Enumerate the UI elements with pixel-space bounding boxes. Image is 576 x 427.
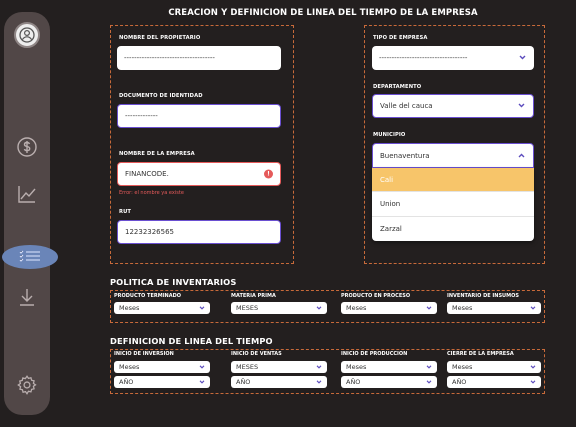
owner-label: NOMBRE DEL PROPIETARIO (119, 35, 201, 41)
settings-button[interactable] (4, 374, 50, 400)
timeline-field-label: INICIO DE INVERSION (114, 351, 174, 357)
timeline-field-label: INICIO DE VENTAS (231, 351, 282, 357)
municipality-option[interactable]: Union (372, 192, 534, 217)
timeline-title: DEFINICION DE LINEA DEL TIEMPO (110, 336, 273, 346)
timeline-year-value: AÑO (236, 378, 251, 386)
timeline-field-label: INICIO DE PRODUCCION (341, 351, 408, 357)
inventory-select[interactable]: Meses (341, 302, 437, 314)
company-name-input[interactable]: FINANCODE. ! (117, 162, 281, 186)
inventory-select-value: Meses (346, 304, 367, 312)
inventory-field-label: INVENTARIO DE INSUMOS (447, 293, 519, 299)
timeline-unit-value: Meses (119, 363, 140, 371)
timeline-year-select[interactable]: AÑO (447, 376, 541, 388)
department-label: DEPARTAMENTO (373, 84, 422, 90)
timeline-unit-value: Meses (346, 363, 367, 371)
department-value: Valle del cauca (380, 102, 433, 110)
rut-input[interactable]: 12232326565 (117, 220, 281, 244)
timeline-nav-button[interactable] (2, 245, 58, 269)
page-title: CREACION Y DEFINICION DE LINEA DEL TIEMP… (168, 8, 478, 18)
chevron-down-icon (530, 378, 536, 386)
error-icon: ! (264, 169, 273, 179)
timeline-unit-select[interactable]: Meses (341, 361, 437, 373)
inventory-select-value: MESES (236, 304, 259, 312)
chevron-down-icon (316, 363, 322, 371)
timeline-year-value: AÑO (346, 378, 361, 386)
company-name-error: Error: el nombre ya existe (119, 190, 184, 196)
inventory-select[interactable]: Meses (114, 302, 210, 314)
timeline-year-select[interactable]: AÑO (114, 376, 210, 388)
sidebar (2, 12, 58, 415)
timeline-year-value: AÑO (452, 378, 467, 386)
timeline-year-value: AÑO (119, 378, 134, 386)
municipality-option[interactable]: Cali (372, 168, 534, 193)
inventory-field-label: PRODUCTO EN PROCESO (341, 293, 411, 299)
timeline-unit-select[interactable]: MESES (231, 361, 327, 373)
department-select[interactable]: Valle del cauca (372, 94, 534, 118)
timeline-year-select[interactable]: AÑO (341, 376, 437, 388)
timeline-unit-value: Meses (452, 363, 473, 371)
company-type-value: ----------------------------------- (379, 54, 468, 62)
inventory-field-label: MATERIA PRIMA (231, 293, 276, 299)
inventory-select[interactable]: Meses (447, 302, 541, 314)
rut-label: RUT (119, 209, 132, 215)
id-label: DOCUMENTO DE IDENTIDAD (119, 93, 203, 99)
chevron-down-icon (199, 378, 205, 386)
timeline-unit-value: MESES (236, 363, 259, 371)
profile-button[interactable] (4, 22, 50, 48)
timeline-field-label: CIERRE DE LA EMPRESA (447, 351, 514, 357)
chevron-down-icon (426, 378, 432, 386)
company-name-value: FINANCODE. (125, 170, 169, 178)
owner-input[interactable]: ------------------------------------ (117, 46, 281, 70)
chevron-down-icon (518, 102, 525, 110)
chevron-down-icon (530, 363, 536, 371)
municipality-value: Buenaventura (380, 151, 430, 160)
company-type-label: TIPO DE EMPRESA (373, 35, 428, 41)
id-input[interactable]: ------------- (117, 104, 281, 128)
inventory-field-label: PRODUCTO TERMINADO (114, 293, 182, 299)
chevron-up-icon (518, 152, 525, 160)
finance-nav-button[interactable] (4, 137, 50, 161)
municipality-option[interactable]: Zarzal (372, 217, 534, 241)
chevron-down-icon (316, 378, 322, 386)
timeline-unit-select[interactable]: Meses (447, 361, 541, 373)
inventory-select[interactable]: MESES (231, 302, 327, 314)
inventory-select-value: Meses (452, 304, 473, 312)
chevron-down-icon (519, 54, 526, 62)
checklist-icon (17, 248, 43, 267)
company-type-select[interactable]: ----------------------------------- (372, 46, 534, 70)
chart-nav-button[interactable] (4, 184, 50, 208)
municipality-dropdown: Cali Union Zarzal (372, 168, 534, 241)
inventory-select-value: Meses (119, 304, 140, 312)
chevron-down-icon (199, 363, 205, 371)
chevron-down-icon (316, 304, 322, 312)
timeline-year-select[interactable]: AÑO (231, 376, 327, 388)
user-avatar-icon (14, 22, 40, 48)
chart-icon (17, 184, 37, 208)
inventory-title: POLITICA DE INVENTARIOS (110, 277, 237, 287)
company-name-label: NOMBRE DE LA EMPRESA (119, 151, 195, 157)
chevron-down-icon (426, 304, 432, 312)
settings-icon (16, 374, 38, 400)
municipality-label: MUNICIPIO (373, 132, 406, 138)
download-button[interactable] (4, 287, 50, 311)
chevron-down-icon (426, 363, 432, 371)
chevron-down-icon (199, 304, 205, 312)
municipality-select[interactable]: Buenaventura (372, 143, 534, 168)
dollar-icon (17, 137, 37, 161)
download-icon (17, 287, 37, 311)
chevron-down-icon (530, 304, 536, 312)
timeline-unit-select[interactable]: Meses (114, 361, 210, 373)
